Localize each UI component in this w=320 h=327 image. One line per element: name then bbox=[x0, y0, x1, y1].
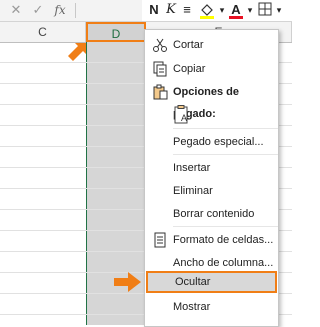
menu-item-borrar-contenido[interactable]: Borrar contenido bbox=[145, 203, 278, 225]
formula-divider bbox=[75, 3, 76, 18]
menu-item-label: Eliminar bbox=[173, 185, 213, 197]
pointer-arrow-icon bbox=[114, 272, 141, 292]
format-cells-icon bbox=[154, 232, 166, 248]
menu-item-label: Insertar bbox=[173, 162, 211, 174]
menu-item-mostrar[interactable]: Mostrar bbox=[145, 296, 278, 318]
column-header-c[interactable]: C bbox=[0, 22, 86, 42]
font-color-button[interactable]: A bbox=[228, 1, 244, 19]
menu-item-insertar[interactable]: Insertar bbox=[145, 157, 278, 179]
paste-option-icon[interactable]: A bbox=[174, 105, 192, 125]
column-header-d[interactable]: D bbox=[86, 22, 146, 42]
context-menu: Cortar Copiar Opciones de pegado: A Pega… bbox=[144, 29, 279, 327]
menu-item-label: Copiar bbox=[173, 63, 206, 75]
menu-item-formato-celdas[interactable]: Formato de celdas... bbox=[145, 229, 278, 251]
menu-item-label: Cortar bbox=[173, 39, 204, 51]
paste-icon bbox=[153, 84, 168, 100]
menu-item-copiar[interactable]: Copiar bbox=[145, 58, 278, 80]
menu-item-cortar[interactable]: Cortar bbox=[145, 34, 278, 56]
menu-item-label: Pegado especial... bbox=[173, 136, 264, 148]
menu-item-label: Formato de celdas... bbox=[173, 234, 274, 246]
enter-icon[interactable]: ✓ bbox=[28, 1, 48, 19]
copy-icon bbox=[153, 61, 167, 77]
fill-color-dropdown-icon[interactable]: ▾ bbox=[218, 1, 226, 19]
borders-dropdown-icon[interactable]: ▾ bbox=[275, 1, 283, 19]
menu-item-opciones-pegado: Opciones de pegado: bbox=[145, 81, 278, 120]
font-color-swatch bbox=[229, 16, 243, 19]
menu-item-label: Borrar contenido bbox=[173, 208, 255, 220]
menu-item-ocultar[interactable]: Ocultar bbox=[146, 271, 277, 293]
font-color-dropdown-icon[interactable]: ▾ bbox=[246, 1, 254, 19]
pointer-arrow-icon bbox=[68, 43, 86, 61]
menu-separator bbox=[173, 128, 278, 129]
menu-item-pegado-especial[interactable]: Pegado especial... bbox=[145, 131, 278, 153]
scissors-icon bbox=[153, 38, 167, 52]
menu-item-label: Mostrar bbox=[173, 301, 211, 313]
menu-item-label: Ocultar bbox=[175, 276, 211, 288]
borders-icon[interactable] bbox=[256, 1, 274, 19]
font-color-label: A bbox=[231, 2, 241, 17]
bold-button[interactable]: N bbox=[147, 1, 161, 19]
align-icon[interactable]: ≡ bbox=[180, 1, 194, 19]
menu-separator bbox=[173, 154, 278, 155]
menu-separator bbox=[173, 226, 278, 227]
cancel-icon[interactable]: ✕ bbox=[6, 1, 26, 19]
fill-color-icon[interactable] bbox=[198, 1, 216, 19]
insert-function-button[interactable]: fx bbox=[50, 1, 70, 19]
mini-toolbar: N K ≡ ▾ A ▾ ▾ bbox=[142, 0, 292, 22]
menu-item-eliminar[interactable]: Eliminar bbox=[145, 180, 278, 202]
italic-button[interactable]: K bbox=[164, 1, 178, 19]
svg-text:A: A bbox=[181, 113, 187, 123]
